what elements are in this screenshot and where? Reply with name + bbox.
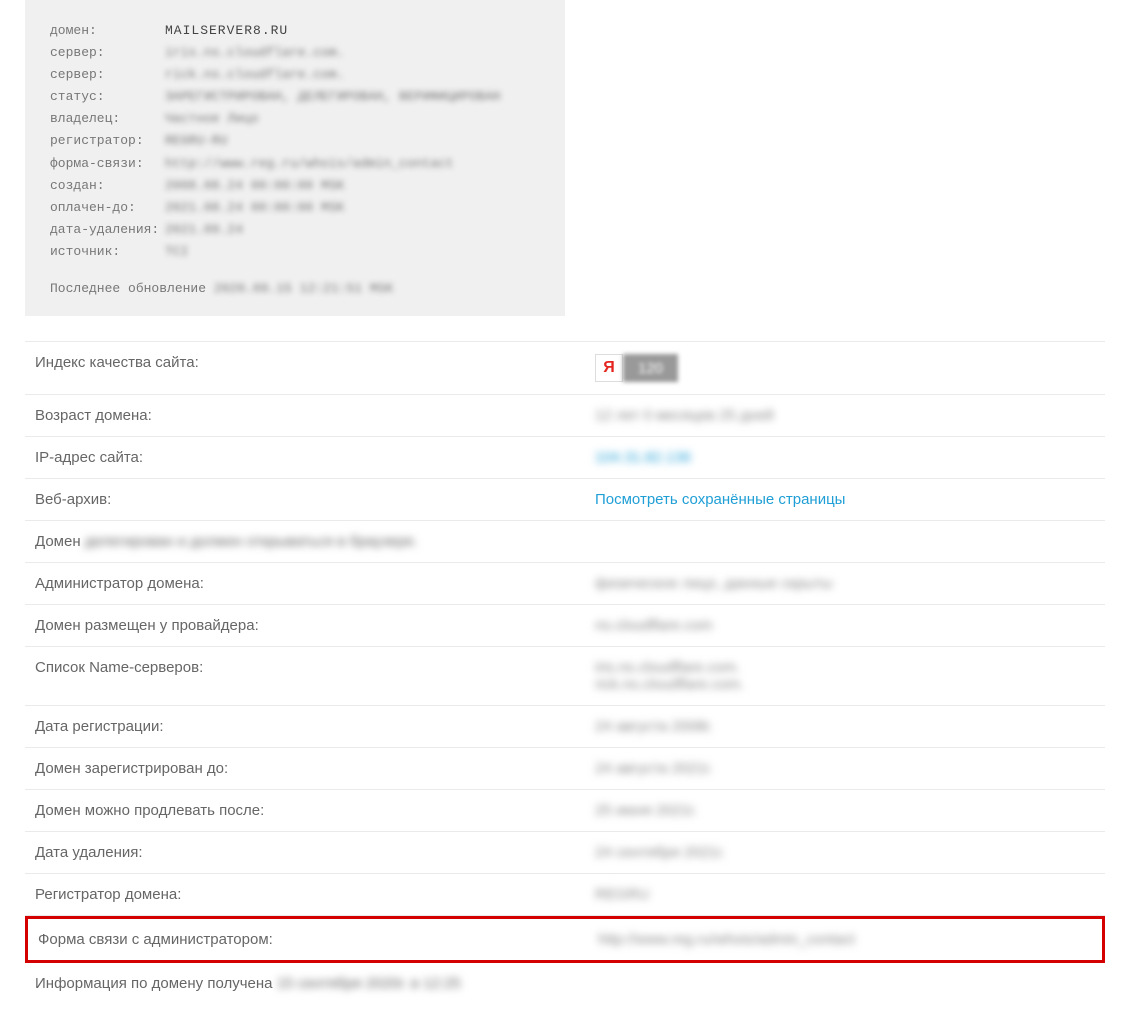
info-row: Домен делегирован и должен открываться в… [25,521,1105,563]
whois-label: форма-связи: [50,153,165,175]
whois-value: 2021.09.24 [165,219,243,241]
whois-value: ЗАРЕГИСТРИРОВАН, ДЕЛЕГИРОВАН, ВЕРИФИЦИРО… [165,86,500,108]
whois-value: http://www.reg.ru/whois/admin_contact [165,153,454,175]
whois-label: владелец: [50,108,165,130]
info-label: Домен размещен у провайдера: [35,617,595,634]
whois-label: сервер: [50,42,165,64]
whois-row: статус:ЗАРЕГИСТРИРОВАН, ДЕЛЕГИРОВАН, ВЕР… [50,86,540,108]
whois-value: iris.ns.cloudflare.com. [165,42,344,64]
whois-row: оплачен-до:2021.08.24 00:00:00 MSK [50,197,540,219]
info-value: 24 августа 2008г. [595,718,1095,735]
info-row: Список Name-серверов:iris.ns.cloudflare.… [25,647,1105,706]
info-value[interactable]: Посмотреть сохранённые страницы [595,491,1095,508]
whois-label: источник: [50,241,165,263]
info-row: Регистратор домена:REGRU [25,874,1105,916]
info-label: Информация по домену получена 15 сентябр… [35,975,461,992]
info-value: REGRU [595,886,1095,903]
whois-row: создан:2008.08.24 00:00:00 MSK [50,175,540,197]
info-label: Домен можно продлевать после: [35,802,595,819]
whois-label: оплачен-до: [50,197,165,219]
web-archive-link[interactable]: Посмотреть сохранённые страницы [595,491,845,508]
info-label: Возраст домена: [35,407,595,424]
info-value: iris.ns.cloudflare.com.rick.ns.cloudflar… [595,659,1095,693]
info-row: Веб-архив:Посмотреть сохранённые страниц… [25,479,1105,521]
whois-value: REGRU-RU [165,130,227,152]
info-label: Индекс качества сайта: [35,354,595,371]
info-row: Дата удаления:24 сентября 2021г. [25,832,1105,874]
whois-value: TCI [165,241,188,263]
whois-label: создан: [50,175,165,197]
whois-value: rick.ns.cloudflare.com. [165,64,344,86]
info-value: 104.31.82.136 [595,449,1095,466]
whois-last-update: Последнее обновление 2020.09.15 12:21:51… [50,281,540,296]
info-row: Домен зарегистрирован до:24 августа 2021… [25,748,1105,790]
info-label: Домен делегирован и должен открываться в… [35,533,418,550]
whois-row: дата-удаления:2021.09.24 [50,219,540,241]
admin-contact-row: Форма связи с администратором:http://www… [25,916,1105,963]
whois-row: владелец:Частное Лицо [50,108,540,130]
info-label: Список Name-серверов: [35,659,595,676]
info-label: Домен зарегистрирован до: [35,760,595,777]
info-value: ns.cloudflare.com [595,617,1095,634]
yandex-quality-badge: Я120 [595,354,678,382]
info-value: 24 сентября 2021г. [595,844,1095,861]
whois-block: домен:MAILSERVER8.RUсервер:iris.ns.cloud… [25,0,565,316]
info-row: Домен размещен у провайдера:ns.cloudflar… [25,605,1105,647]
whois-value: MAILSERVER8.RU [165,20,288,42]
whois-row: домен:MAILSERVER8.RU [50,20,540,42]
whois-row: источник:TCI [50,241,540,263]
info-row: Администратор домена:физическое лицо, да… [25,563,1105,605]
info-row: Информация по домену получена 15 сентябр… [25,963,1105,1004]
whois-row: регистратор:REGRU-RU [50,130,540,152]
info-value: Я120 [595,354,1095,382]
info-label: Дата удаления: [35,844,595,861]
info-row: IP-адрес сайта:104.31.82.136 [25,437,1105,479]
info-label: Веб-архив: [35,491,595,508]
info-row: Дата регистрации:24 августа 2008г. [25,706,1105,748]
whois-row: сервер:iris.ns.cloudflare.com. [50,42,540,64]
info-row: Домен можно продлевать после:25 июня 202… [25,790,1105,832]
whois-row: форма-связи:http://www.reg.ru/whois/admi… [50,153,540,175]
info-label: Регистратор домена: [35,886,595,903]
info-row: Возраст домена:12 лет 0 месяцев 25 дней [25,395,1105,437]
info-value: 24 августа 2021г. [595,760,1095,777]
whois-value: Частное Лицо [165,108,259,130]
info-row: Индекс качества сайта:Я120 [25,342,1105,395]
whois-value: 2008.08.24 00:00:00 MSK [165,175,344,197]
whois-label: регистратор: [50,130,165,152]
info-value: http://www.reg.ru/whois/admin_contact [598,931,1092,948]
info-label: Дата регистрации: [35,718,595,735]
whois-label: сервер: [50,64,165,86]
info-label: Администратор домена: [35,575,595,592]
whois-row: сервер:rick.ns.cloudflare.com. [50,64,540,86]
whois-value: 2021.08.24 00:00:00 MSK [165,197,344,219]
info-label: Форма связи с администратором: [38,931,598,948]
info-label: IP-адрес сайта: [35,449,595,466]
info-value: 12 лет 0 месяцев 25 дней [595,407,1095,424]
whois-label: статус: [50,86,165,108]
info-value: 25 июня 2021г. [595,802,1095,819]
domain-info-table: Индекс качества сайта:Я120Возраст домена… [25,341,1105,1004]
info-value: физическое лицо, данные скрыты [595,575,1095,592]
whois-label: домен: [50,20,165,42]
whois-label: дата-удаления: [50,219,165,241]
